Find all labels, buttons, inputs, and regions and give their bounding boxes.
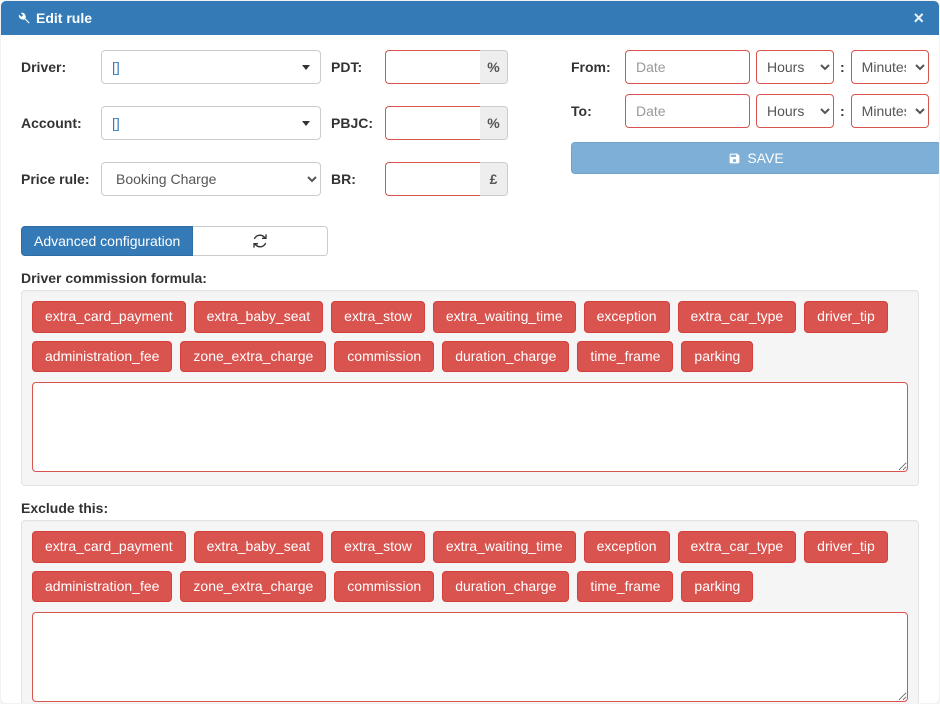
pound-addon: £ [480, 162, 508, 196]
account-label: Account: [21, 115, 93, 131]
br-input-group: £ [385, 162, 508, 196]
exclude-well: extra_card_paymentextra_baby_seatextra_s… [21, 520, 919, 703]
time-colon-2: : [840, 103, 845, 119]
pdt-row: PDT: % [331, 50, 561, 84]
pdt-input[interactable] [385, 50, 480, 84]
tag-zone-extra-charge[interactable]: zone_extra_charge [180, 571, 326, 603]
save-label: SAVE [747, 150, 783, 166]
exclude-tags: extra_card_paymentextra_baby_seatextra_s… [32, 531, 908, 602]
tag-duration-charge[interactable]: duration_charge [442, 571, 569, 603]
tag-zone-extra-charge[interactable]: zone_extra_charge [180, 341, 326, 373]
pbjc-row: PBJC: % [331, 106, 561, 140]
top-form-grid: Driver: [] PDT: % From: [21, 50, 919, 196]
tag-driver-tip[interactable]: driver_tip [804, 301, 888, 333]
modal-title-wrap: Edit rule [16, 10, 92, 26]
tag-time-frame[interactable]: time_frame [577, 341, 673, 373]
tag-extra-stow[interactable]: extra_stow [331, 301, 425, 333]
price-rule-label: Price rule: [21, 171, 93, 188]
close-icon[interactable]: × [913, 9, 924, 27]
tag-extra-card-payment[interactable]: extra_card_payment [32, 531, 186, 563]
tag-extra-car-type[interactable]: extra_car_type [678, 301, 797, 333]
tag-parking[interactable]: parking [681, 571, 753, 603]
pbjc-label: PBJC: [331, 115, 377, 131]
from-date-input[interactable] [625, 50, 750, 84]
from-minutes-select[interactable]: Minutes [851, 50, 929, 84]
tag-extra-waiting-time[interactable]: extra_waiting_time [433, 531, 576, 563]
account-select[interactable]: [] [101, 106, 321, 140]
percent-addon: % [480, 50, 508, 84]
formula-tags: extra_card_paymentextra_baby_seatextra_s… [32, 301, 908, 372]
pdt-input-group: % [385, 50, 508, 84]
tag-extra-stow[interactable]: extra_stow [331, 531, 425, 563]
br-input[interactable] [385, 162, 480, 196]
driver-label: Driver: [21, 59, 93, 75]
tag-administration-fee[interactable]: administration_fee [32, 341, 172, 373]
exclude-textarea[interactable] [32, 612, 908, 702]
tag-time-frame[interactable]: time_frame [577, 571, 673, 603]
to-row: To: Hours : Minutes [571, 94, 939, 128]
modal-header: Edit rule × [1, 1, 939, 35]
driver-row: Driver: [] [21, 50, 321, 84]
driver-select-value: [] [112, 59, 120, 75]
formula-textarea[interactable] [32, 382, 908, 472]
br-label: BR: [331, 171, 377, 187]
chevron-down-icon [302, 121, 310, 126]
tag-extra-card-payment[interactable]: extra_card_payment [32, 301, 186, 333]
account-select-value: [] [112, 115, 120, 131]
advanced-config-button[interactable]: Advanced configuration [21, 226, 193, 256]
date-save-column: From: Hours : Minutes To: Hours [571, 50, 939, 196]
modal-body: Driver: [] PDT: % From: [1, 35, 939, 703]
time-colon: : [840, 59, 845, 75]
price-rule-select[interactable]: Booking Charge [101, 162, 321, 196]
to-minutes-select[interactable]: Minutes [851, 94, 929, 128]
tag-duration-charge[interactable]: duration_charge [442, 341, 569, 373]
tag-parking[interactable]: parking [681, 341, 753, 373]
percent-addon: % [480, 106, 508, 140]
refresh-button[interactable] [193, 226, 328, 256]
tag-commission[interactable]: commission [334, 341, 434, 373]
pbjc-input[interactable] [385, 106, 480, 140]
wrench-icon [16, 11, 30, 25]
to-hours-select[interactable]: Hours [756, 94, 834, 128]
tag-extra-car-type[interactable]: extra_car_type [678, 531, 797, 563]
account-row: Account: [] [21, 106, 321, 140]
pbjc-input-group: % [385, 106, 508, 140]
tag-extra-baby-seat[interactable]: extra_baby_seat [194, 301, 324, 333]
chevron-down-icon [302, 65, 310, 70]
pdt-label: PDT: [331, 59, 377, 75]
formula-well: extra_card_paymentextra_baby_seatextra_s… [21, 290, 919, 486]
save-icon [728, 152, 741, 165]
refresh-icon [252, 233, 268, 249]
advanced-config-row: Advanced configuration [21, 226, 919, 256]
save-button[interactable]: SAVE [571, 142, 939, 174]
edit-rule-modal: Edit rule × Driver: [] PDT: % [0, 0, 940, 704]
tag-extra-baby-seat[interactable]: extra_baby_seat [194, 531, 324, 563]
to-label: To: [571, 103, 619, 119]
modal-title: Edit rule [36, 10, 92, 26]
from-hours-select[interactable]: Hours [756, 50, 834, 84]
to-date-input[interactable] [625, 94, 750, 128]
from-label: From: [571, 59, 619, 75]
tag-driver-tip[interactable]: driver_tip [804, 531, 888, 563]
tag-exception[interactable]: exception [584, 301, 670, 333]
formula-label: Driver commission formula: [21, 270, 919, 286]
exclude-label: Exclude this: [21, 500, 919, 516]
price-rule-row: Price rule: Booking Charge [21, 162, 321, 196]
tag-exception[interactable]: exception [584, 531, 670, 563]
tag-extra-waiting-time[interactable]: extra_waiting_time [433, 301, 576, 333]
br-row: BR: £ [331, 162, 561, 196]
tag-commission[interactable]: commission [334, 571, 434, 603]
tag-administration-fee[interactable]: administration_fee [32, 571, 172, 603]
from-row: From: Hours : Minutes [571, 50, 939, 84]
driver-select[interactable]: [] [101, 50, 321, 84]
